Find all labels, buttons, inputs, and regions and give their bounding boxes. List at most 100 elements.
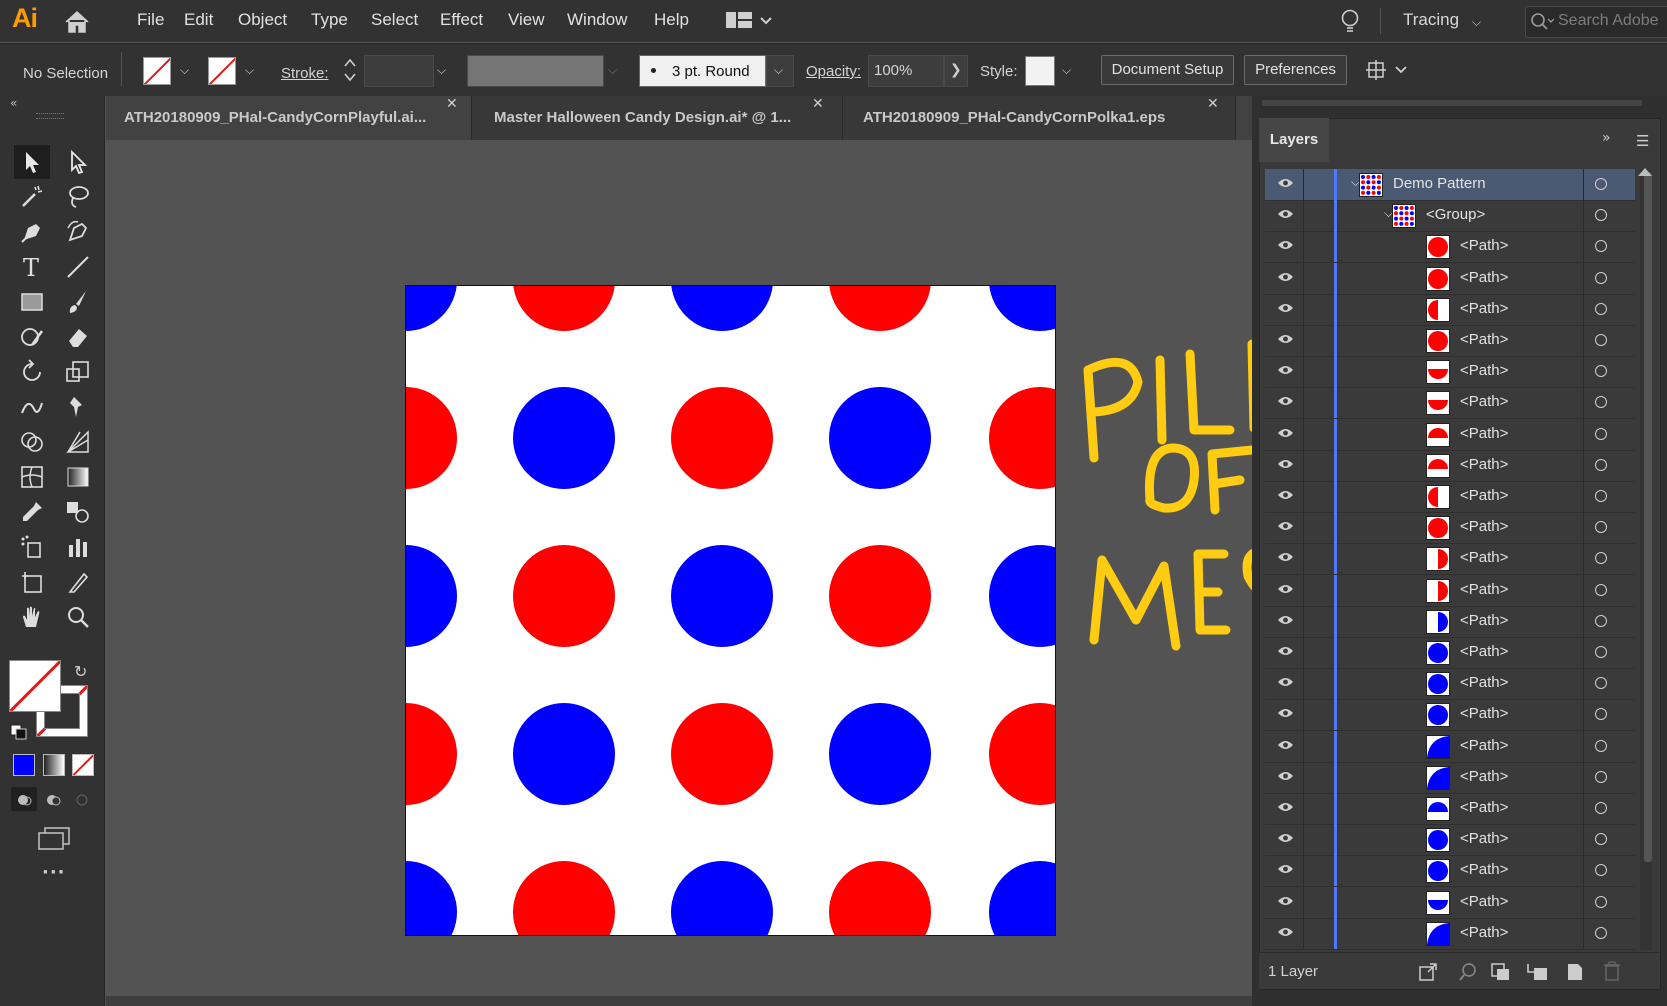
gradient-mode-icon[interactable] [43, 754, 65, 776]
red-dot[interactable] [671, 387, 773, 489]
puppet-warp-tool-icon[interactable] [60, 390, 96, 424]
red-dot[interactable] [406, 387, 457, 489]
paintbrush-tool-icon[interactable] [60, 285, 96, 319]
target-icon[interactable] [1595, 490, 1607, 502]
close-icon[interactable]: ✕ [446, 96, 458, 112]
target-icon[interactable] [1595, 334, 1607, 346]
target-icon[interactable] [1595, 926, 1607, 939]
visibility-eye-icon[interactable] [1277, 614, 1294, 626]
lasso-tool-icon[interactable] [60, 180, 96, 214]
edit-toolbar-icon[interactable]: ··· [42, 862, 66, 883]
locate-object-icon[interactable] [1458, 962, 1478, 986]
fill-color-widget[interactable] [9, 660, 61, 712]
lock-column[interactable] [1303, 855, 1304, 887]
target-icon[interactable] [1595, 396, 1607, 409]
layer-row-path[interactable]: <Path> [1265, 637, 1635, 669]
close-icon[interactable]: ✕ [812, 96, 824, 112]
visibility-eye-icon[interactable] [1277, 271, 1294, 283]
chevron-down-icon[interactable]: ⌵ [245, 63, 254, 78]
chevron-down-icon[interactable]: ⌵ [608, 63, 617, 78]
visibility-eye-icon[interactable] [1277, 676, 1294, 688]
mesh-tool-icon[interactable] [14, 460, 50, 494]
target-icon[interactable] [1595, 770, 1607, 783]
eraser-tool-icon[interactable] [60, 320, 96, 354]
tab-layers[interactable]: Layers [1259, 118, 1329, 162]
export-icon[interactable] [1418, 962, 1438, 986]
tab-candycorn-polka[interactable]: ATH20180909_PHal-CandyCornPolka1.eps ✕ [843, 96, 1236, 140]
menu-file[interactable]: File [137, 10, 164, 30]
type-tool-icon[interactable]: T [14, 250, 50, 284]
layer-row-path[interactable]: <Path> [1265, 730, 1635, 763]
target-icon[interactable] [1595, 895, 1607, 908]
lock-column[interactable] [1303, 824, 1304, 856]
shaper-tool-icon[interactable] [14, 320, 50, 354]
lock-column[interactable] [1303, 886, 1304, 918]
target-icon[interactable] [1595, 521, 1607, 534]
preferences-button[interactable]: Preferences [1244, 55, 1347, 85]
menu-edit[interactable]: Edit [184, 10, 213, 30]
lock-column[interactable] [1303, 699, 1304, 731]
red-dot[interactable] [671, 703, 773, 805]
zoom-tool-icon[interactable] [60, 600, 96, 634]
layer-row-group[interactable]: ⌵ <Group> [1265, 200, 1635, 233]
lock-column[interactable] [1303, 543, 1304, 575]
blend-tool-icon[interactable] [60, 495, 96, 529]
visibility-eye-icon[interactable] [1277, 801, 1294, 813]
column-graph-tool-icon[interactable] [60, 530, 96, 564]
artboard-canvas[interactable] [405, 285, 1056, 936]
target-icon[interactable] [1595, 708, 1607, 721]
menu-view[interactable]: View [508, 10, 545, 30]
menu-help[interactable]: Help [654, 10, 689, 30]
screen-mode-icon[interactable] [37, 826, 71, 854]
rectangle-tool-icon[interactable] [14, 285, 50, 319]
lock-column[interactable] [1303, 169, 1304, 200]
graphic-style-swatch[interactable] [1025, 56, 1055, 86]
stroke-weight-input[interactable] [364, 55, 434, 87]
visibility-eye-icon[interactable] [1277, 239, 1294, 251]
layer-row-path[interactable]: <Path> [1265, 449, 1635, 482]
lock-column[interactable] [1303, 512, 1304, 544]
lock-column[interactable] [1303, 481, 1304, 512]
pen-tool-icon[interactable] [14, 215, 50, 249]
delete-icon[interactable] [1603, 961, 1621, 985]
target-icon[interactable] [1595, 739, 1607, 752]
layer-row-path[interactable]: <Path> [1265, 793, 1635, 825]
lock-column[interactable] [1303, 793, 1304, 824]
target-icon[interactable] [1595, 240, 1607, 253]
warp-tool-icon[interactable] [14, 390, 50, 424]
blue-dot[interactable] [406, 286, 457, 331]
lock-column[interactable] [1303, 730, 1304, 762]
visibility-eye-icon[interactable] [1277, 427, 1294, 439]
lock-column[interactable] [1303, 605, 1304, 637]
layer-row-path[interactable]: <Path> [1265, 605, 1635, 638]
target-icon[interactable] [1595, 646, 1607, 658]
default-colors-icon[interactable] [10, 724, 28, 744]
blue-dot[interactable] [671, 545, 773, 647]
red-dot[interactable] [406, 703, 457, 805]
blue-dot[interactable] [989, 861, 1055, 935]
layer-row-path[interactable]: <Path> [1265, 543, 1635, 576]
blue-dot[interactable] [671, 286, 773, 331]
rotate-tool-icon[interactable] [14, 355, 50, 389]
layer-row-demo-pattern[interactable]: ⌵ Demo Pattern [1265, 169, 1635, 201]
visibility-eye-icon[interactable] [1277, 583, 1294, 595]
layer-row-path[interactable]: <Path> [1265, 356, 1635, 389]
lock-column[interactable] [1303, 231, 1304, 263]
target-icon[interactable] [1595, 178, 1607, 190]
none-mode-icon[interactable] [72, 754, 94, 776]
lock-column[interactable] [1303, 449, 1304, 481]
lock-column[interactable] [1303, 917, 1304, 949]
target-icon[interactable] [1595, 271, 1607, 284]
lightbulb-icon[interactable] [1340, 9, 1360, 39]
target-icon[interactable] [1595, 302, 1607, 315]
layer-row-path[interactable]: <Path> [1265, 262, 1635, 295]
menu-type[interactable]: Type [311, 10, 348, 30]
layer-row-path[interactable]: <Path> [1265, 231, 1635, 264]
target-icon[interactable] [1595, 677, 1607, 690]
red-dot[interactable] [513, 286, 615, 331]
lock-column[interactable] [1303, 200, 1304, 232]
visibility-eye-icon[interactable] [1277, 458, 1294, 470]
create-sublayer-icon[interactable] [1526, 962, 1550, 986]
panel-grip[interactable] [36, 113, 64, 119]
chevron-down-icon[interactable]: ⌵ [180, 63, 189, 78]
